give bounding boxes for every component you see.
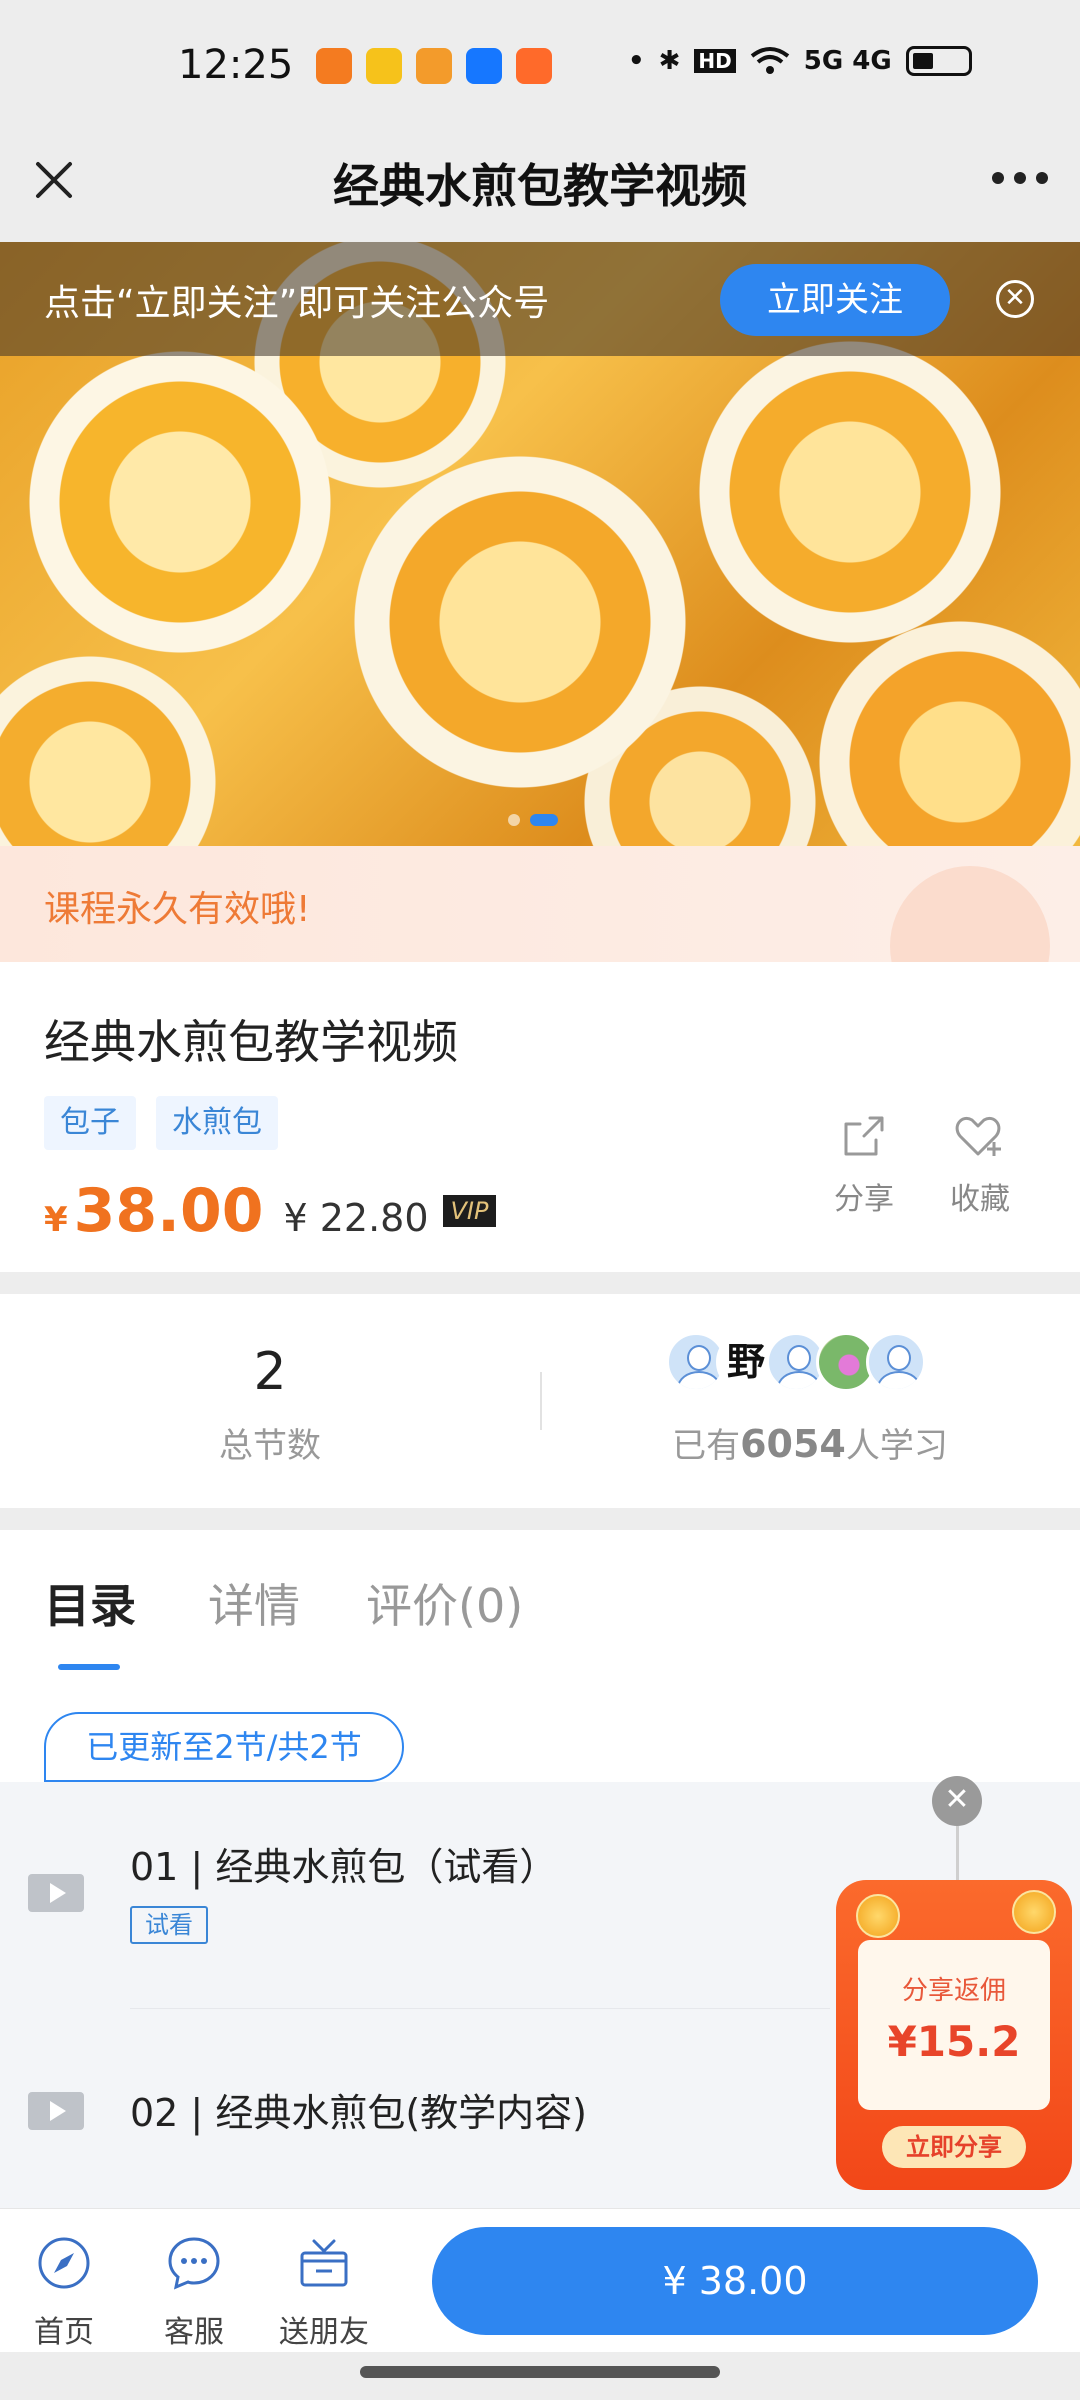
signal-icon: 5G 4G [803, 46, 892, 76]
tag[interactable]: 水煎包 [156, 1096, 278, 1150]
lesson-title: 01 | 经典水煎包（试看） [130, 1845, 558, 1889]
tag[interactable]: 包子 [44, 1096, 136, 1150]
coin-icon [856, 1894, 900, 1938]
home-button[interactable]: 首页 [14, 2235, 114, 2351]
status-app-icons [316, 48, 552, 84]
price-row: ¥ 38.00 ¥ 22.80 VIP [44, 1176, 497, 1246]
heart-icon [955, 1117, 1001, 1156]
notice-text: 课程永久有效哦! [44, 889, 311, 930]
alipay-icon [466, 48, 502, 84]
more-icon[interactable] [992, 172, 1048, 184]
product-title: 经典水煎包教学视频 [44, 1015, 458, 1069]
wifi-icon [750, 47, 789, 74]
gift-label: 送朋友 [279, 2315, 369, 2350]
promo-amount: ¥15.2 [887, 2017, 1021, 2066]
share-now-button[interactable]: 立即分享 [882, 2126, 1026, 2168]
share-commission-promo[interactable]: 分享返佣 ¥15.2 立即分享 [836, 1880, 1072, 2190]
app-icon-1 [316, 48, 352, 84]
total-lessons-count: 2 [253, 1342, 287, 1402]
status-indicators: • ✱ HD 5G 4G [628, 46, 972, 76]
service-label: 客服 [164, 2315, 224, 2350]
gesture-bar [360, 2366, 720, 2378]
gift-icon [300, 2239, 348, 2287]
hero-carousel[interactable]: 点击“立即关注”即可关注公众号 立即关注 ✕ [0, 242, 1080, 846]
service-button[interactable]: 客服 [144, 2235, 244, 2351]
product-tags: 包子 水煎包 [44, 1096, 278, 1150]
learners-suffix: 人学习 [845, 1426, 948, 1466]
chat-icon [168, 2237, 220, 2290]
share-icon [844, 1116, 884, 1156]
learners-prefix: 已有 [672, 1426, 741, 1466]
app-icon-2 [366, 48, 402, 84]
learner-avatars: 野 [666, 1332, 926, 1392]
play-icon [28, 2092, 84, 2130]
hd-icon: HD [694, 49, 736, 73]
vip-price: ¥ 22.80 [283, 1196, 429, 1240]
app-icon-3 [416, 48, 452, 84]
status-bar: 12:25 • ✱ HD 5G 4G [0, 0, 1080, 136]
learners-count: 6054 [740, 1422, 846, 1466]
dot-icon: • [628, 46, 645, 76]
follow-text: 点击“立即关注”即可关注公众号 [44, 283, 550, 324]
coin-icon [1012, 1890, 1056, 1934]
promo-label: 分享返佣 [901, 1976, 1006, 2006]
carousel-dot[interactable] [508, 814, 520, 826]
status-time: 12:25 [178, 42, 294, 88]
buy-button[interactable]: ¥ 38.00 [432, 2227, 1038, 2335]
favorite-label: 收藏 [950, 1182, 1010, 1217]
active-tab-indicator [58, 1664, 120, 1670]
total-lessons-label: 总节数 [219, 1426, 321, 1466]
home-label: 首页 [34, 2315, 94, 2350]
tab-catalog[interactable]: 目录 [44, 1570, 136, 1636]
promo-string [956, 1826, 959, 1886]
tab-details[interactable]: 详情 [208, 1570, 300, 1636]
nav-bar: 经典水煎包教学视频 [0, 120, 1080, 242]
learners-text: 已有6054人学习 [540, 1418, 1080, 1467]
carousel-dot-active[interactable] [530, 814, 558, 826]
trial-badge: 试看 [130, 1906, 208, 1944]
promo-card: 分享返佣 ¥15.2 [858, 1940, 1050, 2110]
lesson-title: 02 | 经典水煎包(教学内容) [130, 2091, 587, 2135]
close-follow-icon[interactable]: ✕ [996, 280, 1034, 318]
battery-icon [905, 46, 972, 76]
vip-badge: VIP [442, 1195, 497, 1227]
bottom-bar: 首页 客服 送朋友 ¥ 38.00 [0, 2208, 1080, 2352]
promo-close-icon[interactable]: ✕ [932, 1776, 982, 1826]
compass-icon [38, 2237, 90, 2289]
validity-notice: 课程永久有效哦! [0, 846, 1080, 962]
share-label: 分享 [834, 1182, 894, 1217]
app-icon-5 [516, 48, 552, 84]
product-info: 经典水煎包教学视频 包子 水煎包 ¥ 38.00 ¥ 22.80 VIP 分享 … [0, 962, 1080, 1272]
currency-symbol: ¥ [44, 1200, 68, 1240]
play-icon [28, 1874, 84, 1912]
carousel-dots [508, 814, 558, 826]
follow-bar: 点击“立即关注”即可关注公众号 立即关注 ✕ [0, 242, 1080, 356]
tab-reviews[interactable]: 评价(0) [366, 1570, 523, 1636]
gift-button[interactable]: 送朋友 [274, 2235, 374, 2351]
course-stats: 2 总节数 野 已有6054人学习 [0, 1294, 1080, 1508]
follow-button[interactable]: 立即关注 [720, 264, 950, 336]
avatar [866, 1332, 926, 1392]
bluetooth-icon: ✱ [658, 46, 681, 76]
update-status: 已更新至2节/共2节 [44, 1712, 404, 1782]
favorite-button[interactable]: 收藏 [940, 1112, 1020, 1218]
price: 38.00 [73, 1176, 264, 1246]
page-title: 经典水煎包教学视频 [333, 159, 747, 213]
share-button[interactable]: 分享 [824, 1112, 904, 1218]
